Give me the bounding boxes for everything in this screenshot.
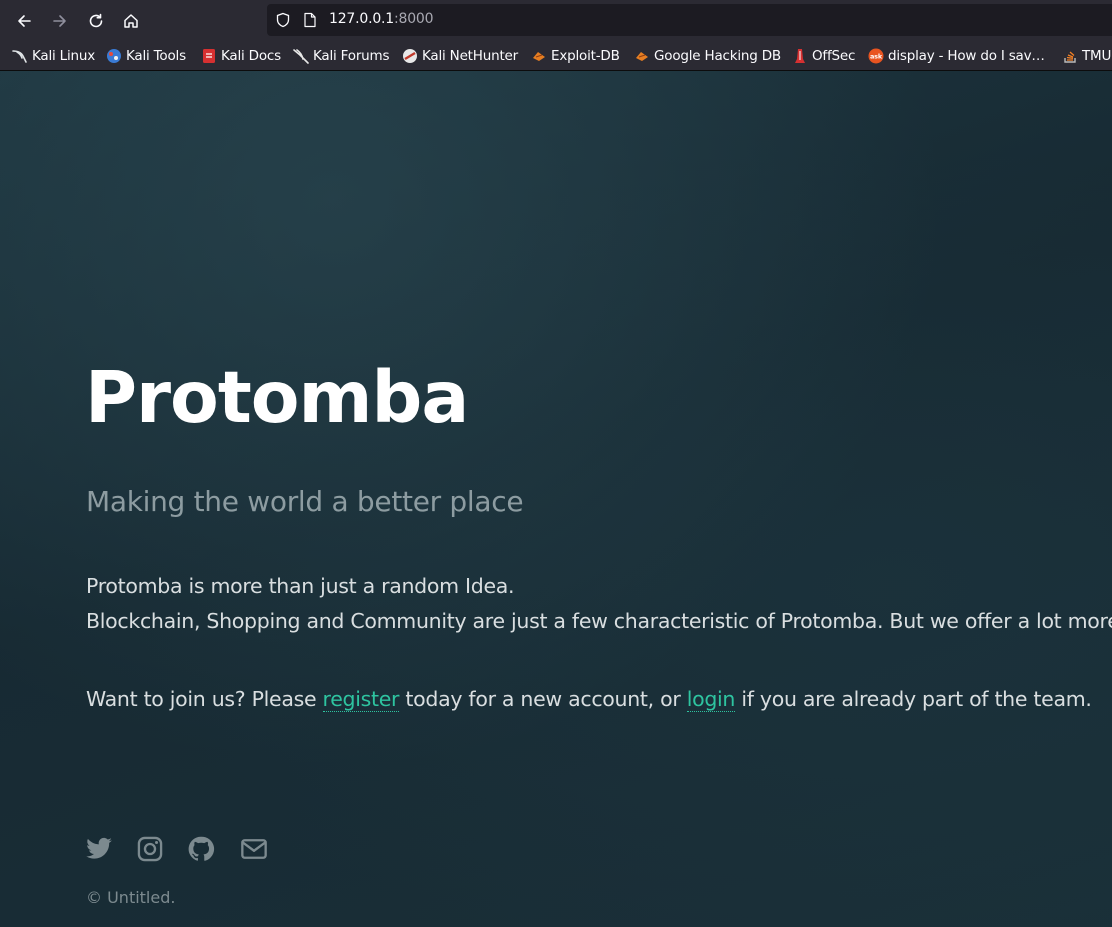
nethunter-icon (403, 49, 417, 63)
bookmark-exploit-db[interactable]: Exploit-DB (531, 47, 620, 65)
copyright-text: © Untitled. (86, 888, 176, 907)
bookmark-label: Kali Docs (221, 48, 281, 64)
reload-button[interactable] (80, 5, 112, 37)
kali-forums-icon (293, 49, 309, 64)
instagram-icon (137, 836, 163, 862)
bookmarks-toolbar: Kali Linux Kali Tools Kali Docs Kali For… (0, 41, 1112, 71)
mail-icon (241, 839, 267, 859)
bookmark-label: OffSec (812, 48, 856, 64)
page-content: Protomba Making the world a better place… (0, 71, 1112, 927)
offsec-icon (795, 49, 805, 63)
browser-toolbar: 127.0.0.1:8000 (0, 0, 1112, 41)
login-link[interactable]: login (686, 687, 735, 712)
address-bar[interactable]: 127.0.0.1:8000 (267, 4, 1112, 36)
bookmark-label: Kali Forums (313, 48, 390, 64)
back-arrow-icon (18, 15, 31, 27)
intro-line-2: Blockchain, Shopping and Community are j… (86, 609, 1112, 633)
join-suffix: if you are already part of the team. (735, 687, 1092, 711)
bookmark-label: Google Hacking DB (654, 48, 781, 64)
url-text[interactable]: 127.0.0.1:8000 (329, 11, 434, 27)
page-subtitle: Making the world a better place (86, 485, 524, 518)
url-port: :8000 (394, 11, 434, 27)
bookmark-label: Kali Linux (32, 48, 96, 64)
github-icon (188, 836, 215, 861)
kali-docs-icon (203, 49, 215, 63)
bookmark-tmu[interactable]: TMU (1062, 47, 1111, 65)
bookmark-label: display - How do I sav… (888, 48, 1045, 64)
join-paragraph: Want to join us? Please register today f… (86, 687, 1092, 712)
intro-line-1: Protomba is more than just a random Idea… (86, 574, 515, 598)
kali-dragon-icon (12, 50, 27, 63)
bookmark-kali-tools[interactable]: Kali Tools (106, 47, 186, 65)
kali-tools-icon (107, 49, 121, 63)
stackoverflow-icon (1064, 51, 1076, 63)
register-link[interactable]: register (322, 687, 400, 712)
bookmark-offsec[interactable]: OffSec (792, 47, 855, 65)
email-link[interactable] (240, 835, 268, 863)
join-middle: today for a new account, or (399, 687, 687, 711)
svg-text:ask: ask (870, 53, 883, 61)
bookmark-kali-nethunter[interactable]: Kali NetHunter (402, 47, 518, 65)
bookmark-askubuntu[interactable]: ask display - How do I sav… (868, 47, 1045, 65)
twitter-link[interactable] (85, 835, 113, 863)
exploit-db-icon (533, 52, 545, 61)
twitter-icon (86, 837, 112, 859)
bookmark-label: TMU (1082, 48, 1112, 64)
bookmark-label: Kali Tools (126, 48, 186, 64)
bookmark-google-hacking-db[interactable]: Google Hacking DB (634, 47, 781, 65)
forward-arrow-icon (53, 15, 66, 27)
github-link[interactable] (187, 835, 215, 863)
back-button[interactable] (8, 5, 40, 37)
bookmark-label: Kali NetHunter (422, 48, 518, 64)
home-icon (124, 14, 138, 28)
join-prefix: Want to join us? Please (86, 687, 323, 711)
forward-button[interactable] (44, 5, 76, 37)
reload-icon (89, 13, 103, 28)
home-button[interactable] (115, 5, 147, 37)
ghdb-icon (636, 52, 648, 61)
bookmark-kali-forums[interactable]: Kali Forums (293, 47, 390, 65)
bookmark-label: Exploit-DB (551, 48, 620, 64)
bookmark-kali-docs[interactable]: Kali Docs (201, 47, 281, 65)
url-host: 127.0.0.1 (329, 11, 394, 27)
bookmark-kali-linux[interactable]: Kali Linux (12, 47, 95, 65)
page-info-icon[interactable] (303, 12, 317, 28)
instagram-link[interactable] (136, 835, 164, 863)
shield-icon[interactable] (275, 12, 291, 28)
page-title: Protomba (85, 356, 469, 439)
askubuntu-icon: ask (868, 48, 884, 64)
